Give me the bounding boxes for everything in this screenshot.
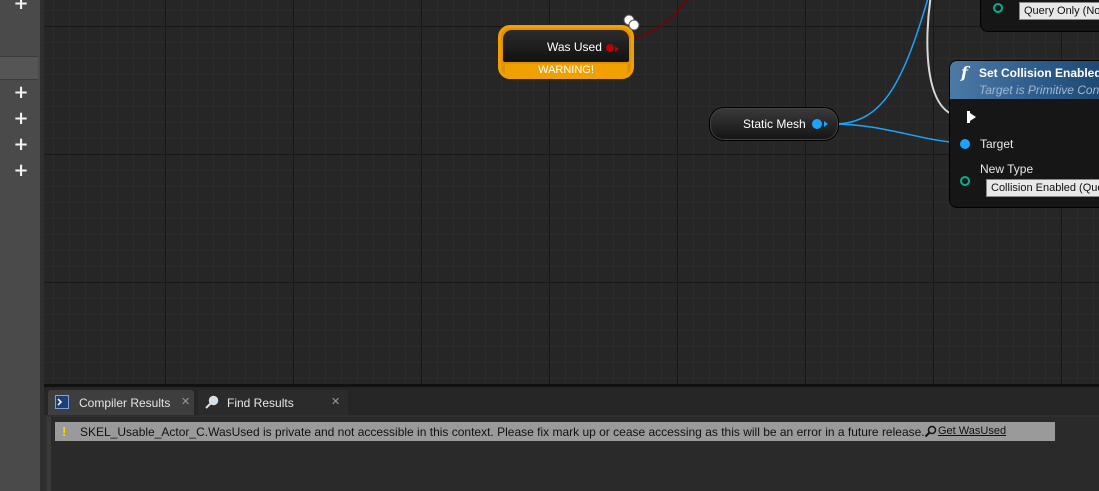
message-text: SKEL_Usable_Actor_C.WasUsed is private a… <box>80 425 925 439</box>
collision-type-combo[interactable]: Query Only (No <box>1019 2 1099 20</box>
tab-find-results[interactable]: Find Results ✕ <box>198 390 348 415</box>
target-pin[interactable] <box>960 139 970 149</box>
target-label: Target <box>980 137 1014 151</box>
object-wire <box>833 123 965 144</box>
function-icon: f <box>961 63 968 82</box>
exec-input-pin[interactable] <box>967 111 976 123</box>
static-mesh-variable-node[interactable]: Static Mesh <box>709 107 839 141</box>
close-icon[interactable]: ✕ <box>331 395 340 408</box>
add-button[interactable]: + <box>10 83 32 103</box>
add-button[interactable]: + <box>10 161 32 181</box>
tab-label: Compiler Results <box>79 396 171 410</box>
node-subtitle: Target is Primitive Con <box>979 83 1099 97</box>
warning-badge: WARNING! <box>505 64 627 77</box>
enum-pin[interactable] <box>960 176 970 186</box>
object-output-pin[interactable] <box>812 119 822 129</box>
node-header: f Set Collision Enabled Target is Primit… <box>950 61 1099 99</box>
search-icon <box>205 395 219 409</box>
add-button[interactable]: + <box>10 135 32 155</box>
compiler-message-row[interactable]: ! SKEL_Usable_Actor_C.WasUsed is private… <box>55 422 1055 441</box>
pin-arrow-icon <box>824 121 828 127</box>
add-button[interactable]: + <box>10 0 32 14</box>
tab-bar: Compiler Results ✕ Find Results ✕ <box>44 387 1099 415</box>
results-panel: Compiler Results ✕ Find Results ✕ ! SKEL… <box>44 387 1099 491</box>
node-label: Static Mesh <box>743 117 806 131</box>
close-icon[interactable]: ✕ <box>181 395 190 408</box>
compiler-icon <box>55 395 69 409</box>
set-collision-enabled-node[interactable]: f Set Collision Enabled Target is Primit… <box>949 60 1099 208</box>
tab-compiler-results[interactable]: Compiler Results ✕ <box>48 390 194 415</box>
enum-pin[interactable] <box>993 3 1003 13</box>
was-used-variable-node[interactable]: Was Used WARNING! <box>498 25 634 79</box>
search-icon <box>924 425 937 438</box>
bool-output-pin[interactable] <box>606 44 614 52</box>
compiler-results-list: ! SKEL_Usable_Actor_C.WasUsed is private… <box>47 417 1099 491</box>
new-type-label: New Type <box>980 162 1034 176</box>
function-node[interactable]: Query Only (No <box>980 0 1099 32</box>
add-button[interactable]: + <box>10 109 32 129</box>
node-title: Set Collision Enabled <box>979 66 1099 80</box>
node-body: Was Used <box>503 30 629 62</box>
pin-arrow-icon <box>615 46 619 52</box>
new-type-combo[interactable]: Collision Enabled (Que <box>986 179 1099 197</box>
node-label: Was Used <box>547 40 602 54</box>
object-wire <box>833 0 929 125</box>
section-header <box>0 56 38 80</box>
my-blueprint-panel: + + + + + <box>0 0 42 491</box>
warning-icon: ! <box>62 424 67 439</box>
tab-label: Find Results <box>227 396 294 410</box>
get-wasused-link[interactable]: Get WasUsed <box>938 425 1006 437</box>
comment-bubble-icon[interactable] <box>622 14 640 32</box>
